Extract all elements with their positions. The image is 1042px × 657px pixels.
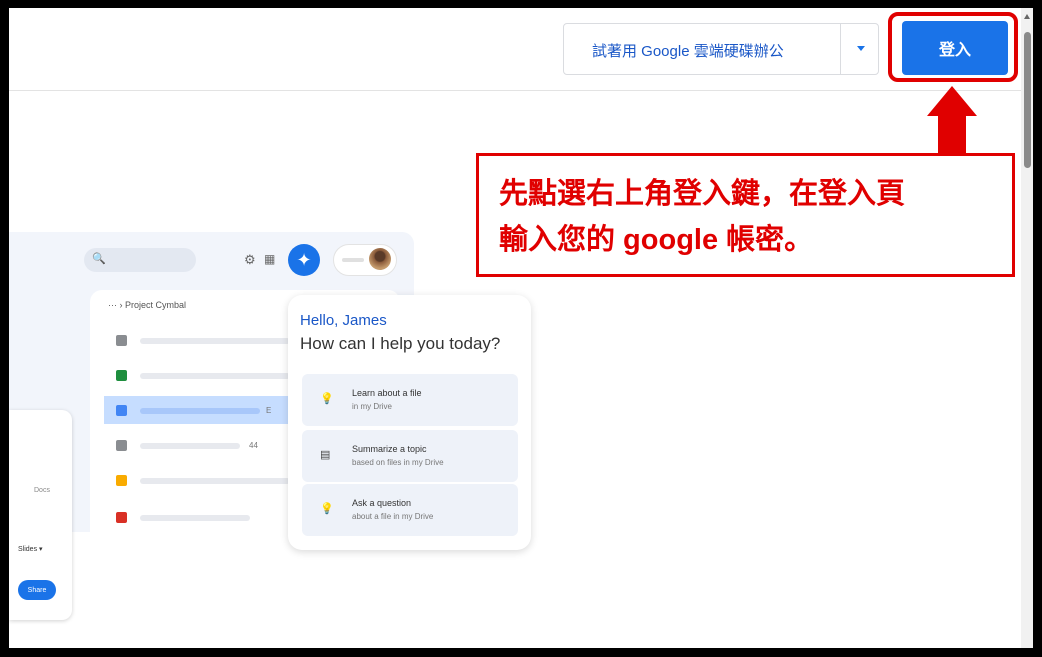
sheets-icon xyxy=(116,370,127,381)
search-icon: 🔍 xyxy=(92,253,106,265)
file-name-placeholder xyxy=(140,338,290,344)
gemini-sparkle-icon: ✦ xyxy=(288,244,320,276)
docs-icon xyxy=(116,405,127,416)
slides-icon xyxy=(116,475,127,486)
try-drive-label: 試著用 Google 雲端硬碟辦公 xyxy=(592,43,784,60)
suggestion-subtitle: about a file in my Drive xyxy=(352,512,434,521)
red-arrow-up-icon xyxy=(927,86,977,116)
account-name-placeholder xyxy=(342,258,364,262)
share-dialog-button: Share xyxy=(18,580,56,600)
share-dialog-text: Docs xyxy=(34,487,50,494)
lightbulb-icon: 💡 xyxy=(320,393,334,405)
file-name-placeholder xyxy=(140,478,290,484)
gemini-question: How can I help you today? xyxy=(300,334,501,353)
button-divider xyxy=(840,24,841,74)
gear-icon: ⚙ xyxy=(244,252,256,267)
suggestion-title: Ask a question xyxy=(352,498,412,508)
chevron-down-icon[interactable] xyxy=(857,46,865,51)
instruction-callout: 先點選右上角登入鍵，在登入頁 輸入您的 google 帳密。 xyxy=(476,153,1015,277)
callout-line-2: 輸入您的 google 帳密。 xyxy=(499,224,814,256)
red-arrow-shaft xyxy=(938,115,966,155)
suggestion-title: Learn about a file xyxy=(352,388,422,398)
file-name-placeholder xyxy=(140,515,250,521)
file-row xyxy=(104,326,294,354)
suggestion-chip: 💡 Ask a question about a file in my Driv… xyxy=(302,484,518,536)
file-row: 44 xyxy=(104,431,294,459)
apps-grid-icon: ▦ xyxy=(264,252,276,266)
breadcrumb: ··· › Project Cymbal xyxy=(108,300,187,310)
folder-icon xyxy=(116,335,127,346)
file-name-placeholder xyxy=(140,408,260,414)
suggestion-chip: 💡 Learn about a file in my Drive xyxy=(302,374,518,426)
suggestion-subtitle: in my Drive xyxy=(352,402,393,411)
suggestion-chip: ▤ Summarize a topic based on files in my… xyxy=(302,430,518,482)
lightbulb-icon: 💡 xyxy=(320,503,334,515)
suggestion-title: Summarize a topic xyxy=(352,444,427,454)
suggestion-subtitle: based on files in my Drive xyxy=(352,458,444,467)
file-row-selected: E xyxy=(104,396,294,424)
try-drive-button[interactable]: 試著用 Google 雲端硬碟辦公 xyxy=(563,23,879,75)
file-row xyxy=(104,503,294,531)
folder-icon xyxy=(116,440,127,451)
avatar xyxy=(369,248,391,270)
scroll-up-arrow-icon[interactable] xyxy=(1024,14,1030,19)
file-row xyxy=(104,466,294,494)
signin-button[interactable]: 登入 xyxy=(902,21,1008,75)
share-dialog-dropdown: Slides ▾ xyxy=(18,546,43,553)
file-name-placeholder xyxy=(140,443,240,449)
file-name-placeholder xyxy=(140,373,290,379)
summarize-icon: ▤ xyxy=(320,449,331,461)
scrollbar-thumb[interactable] xyxy=(1024,32,1031,168)
file-meta: E xyxy=(266,406,272,415)
callout-line-1: 先點選右上角登入鍵，在登入頁 xyxy=(499,178,906,210)
pdf-icon xyxy=(116,512,127,523)
gemini-greeting: Hello, James xyxy=(300,312,387,329)
file-meta: 44 xyxy=(249,441,258,450)
file-row xyxy=(104,361,294,389)
